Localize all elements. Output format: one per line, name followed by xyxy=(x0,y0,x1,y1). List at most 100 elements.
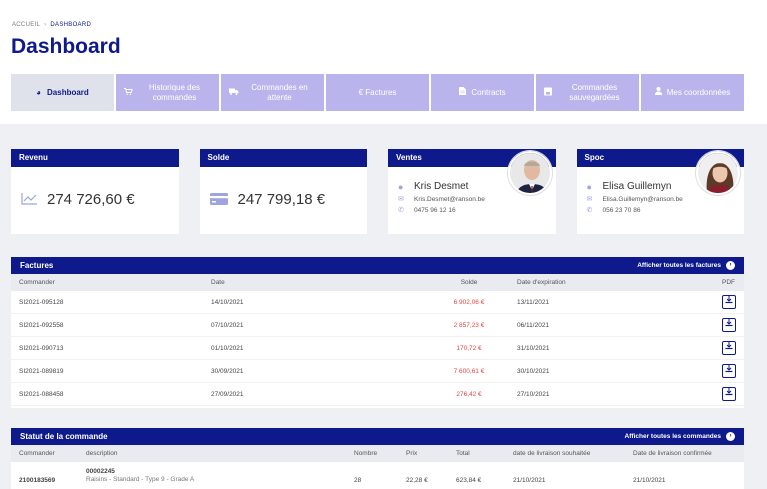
tab-factures[interactable]: € Factures xyxy=(326,74,429,111)
order-prix: 22,28 € xyxy=(406,477,428,484)
envelope-icon: ✉ xyxy=(398,196,404,203)
invoice-solde: 276,42 € xyxy=(456,390,482,398)
statut-header: Statut de la commande Afficher toutes le… xyxy=(11,428,744,445)
download-icon[interactable] xyxy=(722,318,736,332)
invoice-date: 01/10/2021 xyxy=(211,344,244,352)
page-title: Dashboard xyxy=(11,35,121,58)
contact-email[interactable]: Kris.Desmet@ranson.be xyxy=(414,196,485,203)
invoice-expiration: 27/10/2021 xyxy=(517,390,550,398)
statut-title: Statut de la commande xyxy=(20,432,108,441)
factures-table: Factures Afficher toutes les factures › C… xyxy=(11,257,744,408)
breadcrumb-current: DASHBOARD xyxy=(50,22,92,28)
tab-contracts[interactable]: Contracts xyxy=(431,74,534,111)
tab-mes-coordonnees[interactable]: Mes coordonnées xyxy=(641,74,744,111)
contact-phone[interactable]: 056 23 70 86 xyxy=(603,207,641,214)
breadcrumb-home[interactable]: ACCUEIL xyxy=(12,22,40,28)
invoice-date: 30/09/2021 xyxy=(211,367,244,375)
tab-commandes-sauvegardees[interactable]: Commandes sauvegardées xyxy=(536,74,639,111)
tab-label: Commandes sauvegardées xyxy=(569,82,620,102)
invoice-solde: 7 600,61 € xyxy=(453,367,485,375)
col-confirmee: Date de livraison confirmée xyxy=(633,450,712,457)
table-row[interactable]: 2100183569 00002245 Raisins - Standard -… xyxy=(11,462,744,489)
contact-name: Kris Desmet xyxy=(414,181,469,192)
col-total: Total xyxy=(456,450,470,457)
invoice-solde: 6 902,06 € xyxy=(453,298,485,306)
credit-card-icon xyxy=(209,192,228,208)
contact-name: Elisa Guillemyn xyxy=(602,181,672,192)
col-expiration: Date d'expiration xyxy=(517,279,566,286)
col-souhaitee: date de livraison souhaitée xyxy=(513,450,591,457)
table-row[interactable]: SI2021-090713 01/10/2021 170,72 € 31/10/202… xyxy=(11,337,744,360)
revenu-value: 274 726,60 € xyxy=(47,191,135,208)
contact-phone[interactable]: 0475 96 12 16 xyxy=(414,207,456,214)
tab-label: Historique des commandes xyxy=(148,82,201,102)
tab-label: Dashboard xyxy=(47,87,89,97)
avatar-elisa-guillemyn xyxy=(696,151,740,195)
col-commander: Commander xyxy=(19,450,55,457)
show-all-invoices-label: Afficher toutes les factures xyxy=(637,262,721,269)
gauge-icon: ◕ xyxy=(36,87,42,97)
order-confirmee: 21/10/2021 xyxy=(633,477,666,484)
tab-historique-commandes[interactable]: Historique des commandes xyxy=(116,74,219,111)
tab-label: Commandes en attente xyxy=(251,82,308,102)
download-icon[interactable] xyxy=(722,364,736,378)
col-date: Date xyxy=(211,279,225,286)
product-desc: Raisins - Standard - Type 9 - Grade A xyxy=(86,475,195,483)
table-row[interactable]: SI2021-095128 14/10/2021 6 902,06 € 13/11/2… xyxy=(11,291,744,314)
phone-icon: ✆ xyxy=(398,207,404,214)
invoice-date: 14/10/2021 xyxy=(211,298,244,306)
statut-column-headers: Commander description Nombre Prix Total … xyxy=(11,445,744,462)
download-icon[interactable] xyxy=(722,341,736,355)
chart-line-icon xyxy=(21,192,37,208)
header-area: ACCUEIL › DASHBOARD Dashboard ◕ Dashboard … xyxy=(0,0,767,124)
factures-rows: SI2021-095128 14/10/2021 6 902,06 € 13/11/2… xyxy=(11,291,744,406)
invoice-id: SI2021-095128 xyxy=(19,298,64,306)
solde-value: 247 799,18 € xyxy=(237,191,326,208)
table-row[interactable]: SI2021-089819 30/09/2021 7 600,61 € 30/10/2… xyxy=(11,360,744,383)
card-title: Revenu xyxy=(11,149,179,167)
spoc-contact: ● Elisa Guillemyn ✉ Elisa.Guillemyn@ranson… xyxy=(587,181,683,214)
card-ventes: Ventes ● Kris Desmet ✉ Kris.Desmet@ranson.… xyxy=(388,149,556,234)
card-spoc: Spoc ● Elisa Guillemyn ✉ Elisa.Guillemyn@r… xyxy=(576,149,744,234)
invoice-id: SI2021-089819 xyxy=(19,367,64,375)
invoice-expiration: 30/10/2021 xyxy=(517,367,550,375)
invoice-date: 07/10/2021 xyxy=(211,321,244,329)
col-description: description xyxy=(86,450,118,457)
invoice-expiration: 06/11/2021 xyxy=(517,321,550,329)
breadcrumb: ACCUEIL › DASHBOARD xyxy=(12,22,91,28)
tab-dashboard[interactable]: ◕ Dashboard xyxy=(11,74,114,111)
col-nombre: Nombre xyxy=(354,450,378,457)
invoice-id: SI2021-092558 xyxy=(19,321,64,329)
download-icon[interactable] xyxy=(722,295,736,309)
table-row[interactable]: SI2021-088458 27/09/2021 276,42 € 27/10/202… xyxy=(11,383,744,406)
truck-icon xyxy=(229,87,239,98)
tab-label: Mes coordonnées xyxy=(666,87,731,97)
show-all-orders-link[interactable]: Afficher toutes les commandes › xyxy=(625,432,735,441)
statut-table: Statut de la commande Afficher toutes le… xyxy=(11,428,744,489)
tab-commandes-attente[interactable]: Commandes en attente xyxy=(221,74,324,111)
breadcrumb-separator: › xyxy=(44,22,47,28)
invoice-solde: 2 857,23 € xyxy=(453,321,485,329)
phone-icon: ✆ xyxy=(586,207,593,214)
invoice-date: 27/09/2021 xyxy=(211,390,244,398)
cart-icon xyxy=(124,87,133,98)
order-number: 2100183569 xyxy=(19,477,56,484)
col-prix: Prix xyxy=(406,450,418,457)
download-icon[interactable] xyxy=(722,387,736,401)
factures-title: Factures xyxy=(20,261,54,270)
user-icon xyxy=(654,87,662,98)
arrow-right-icon: › xyxy=(726,261,735,270)
contact-email[interactable]: Elisa.Guillemyn@ranson.be xyxy=(603,196,683,203)
user-icon: ● xyxy=(586,181,592,192)
table-row[interactable]: SI2021-092558 07/10/2021 2 857,23 € 06/11/2… xyxy=(11,314,744,337)
card-solde: Solde 247 799,18 € xyxy=(199,149,367,234)
invoice-expiration: 31/10/2021 xyxy=(517,344,550,352)
document-icon xyxy=(459,87,467,98)
order-description: 00002245 Raisins - Standard - Type 9 - G… xyxy=(78,468,346,484)
show-all-invoices-link[interactable]: Afficher toutes les factures › xyxy=(637,261,735,270)
invoice-id: SI2021-090713 xyxy=(19,344,64,352)
envelope-icon: ✉ xyxy=(586,196,593,203)
product-code: 00002245 xyxy=(86,467,115,475)
card-revenu: Revenu 274 726,60 € xyxy=(11,149,179,234)
summary-cards: Revenu 274 726,60 € Solde 247 799,18 € V… xyxy=(11,149,744,234)
